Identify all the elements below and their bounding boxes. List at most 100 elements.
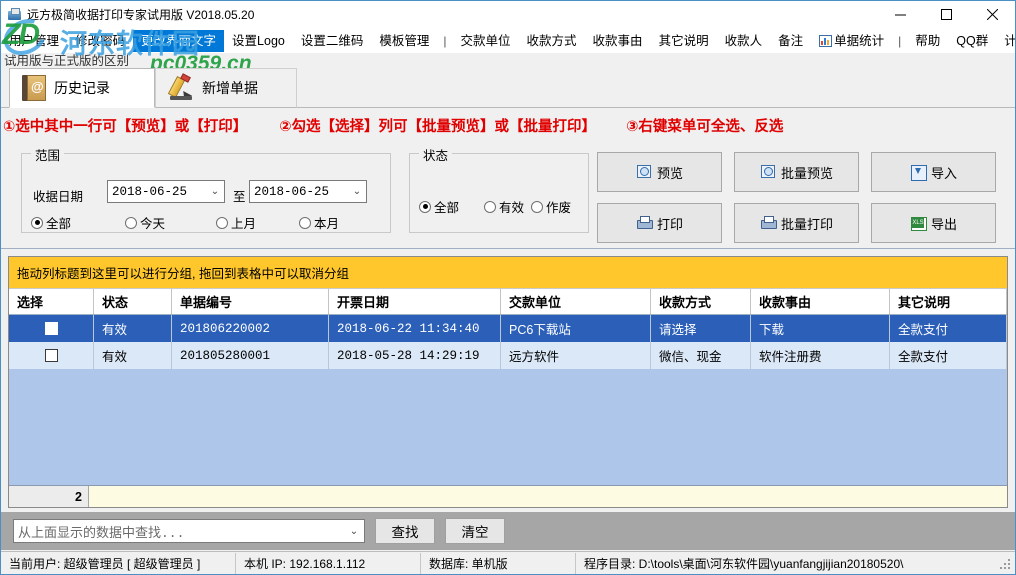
- chevron-down-icon[interactable]: ⌄: [344, 526, 364, 537]
- tab-history-records[interactable]: @ 历史记录: [9, 68, 155, 108]
- menu-item-payee[interactable]: 收款人: [717, 30, 771, 52]
- status-radio-all[interactable]: 全部: [419, 197, 459, 216]
- minimize-button[interactable]: [877, 1, 923, 28]
- status-radio-valid-label: 有效: [499, 201, 525, 215]
- range-radio-today[interactable]: 今天: [125, 213, 165, 232]
- range-radio-this-month-label: 本月: [314, 217, 340, 231]
- application-window: 远方极简收据打印专家试用版 V2018.05.20 用户管理 修改密码 更改界面…: [0, 0, 1016, 575]
- window-controls: [877, 1, 1015, 28]
- grid-summary-row: 2: [9, 485, 1007, 507]
- table-row[interactable]: 有效 201806220002 2018-06-22 11:34:40 PC6下…: [9, 315, 1007, 342]
- range-radio-all-label: 全部: [46, 217, 72, 231]
- menu-item-set-logo[interactable]: 设置Logo: [224, 30, 293, 52]
- row-date: 2018-05-28 14:29:19: [329, 342, 501, 369]
- range-radio-this-month[interactable]: 本月: [299, 213, 339, 232]
- export-button[interactable]: 导出: [871, 203, 996, 243]
- print-button[interactable]: 打印: [597, 203, 722, 243]
- row-method: 微信、现金: [651, 342, 751, 369]
- resize-grip[interactable]: [1000, 559, 1012, 571]
- instruction-hints: ①选中其中一行可【预览】或【打印】 ②勾选【选择】列可【批量预览】或【批量打印】…: [0, 112, 1016, 138]
- row-status: 有效: [94, 315, 172, 342]
- row-note: 全款支付: [890, 342, 1007, 369]
- radio-dot: [419, 200, 431, 213]
- export-button-label: 导出: [930, 216, 957, 232]
- title-bar: 远方极简收据打印专家试用版 V2018.05.20: [0, 0, 1016, 28]
- status-group: 状态: [409, 145, 589, 233]
- grid-empty-area: [9, 369, 1007, 479]
- column-header-select[interactable]: 选择: [9, 289, 94, 314]
- preview-icon: [760, 164, 776, 180]
- preview-button-label: 预览: [656, 165, 683, 181]
- menu-item-receipt-statistics[interactable]: 单据统计: [811, 30, 892, 52]
- row-reason: 软件注册费: [751, 342, 890, 369]
- filter-panel: 范围 收据日期 2018-06-25 ⌄ 至 2018-06-25 ⌄ 全部 今…: [1, 139, 1015, 249]
- row-number: 201805280001: [172, 342, 329, 369]
- date-to-combo[interactable]: 2018-06-25 ⌄: [249, 180, 367, 203]
- menu-item-user-management[interactable]: 用户管理: [1, 30, 67, 52]
- menu-item-other-note[interactable]: 其它说明: [651, 30, 717, 52]
- row-reason: 下载: [751, 315, 890, 342]
- row-checkbox[interactable]: [44, 349, 58, 362]
- table-row[interactable]: 有效 201805280001 2018-05-28 14:29:19 远方软件…: [9, 342, 1007, 369]
- column-header-date[interactable]: 开票日期: [329, 289, 501, 314]
- menu-item-payer-unit[interactable]: 交款单位: [453, 30, 519, 52]
- menu-item-qq-group[interactable]: QQ群: [948, 30, 996, 52]
- radio-dot: [531, 200, 543, 213]
- radio-dot: [484, 200, 496, 213]
- column-header-reason[interactable]: 收款事由: [751, 289, 890, 314]
- menu-item-help[interactable]: 帮助: [907, 30, 948, 52]
- trial-version-tip[interactable]: 试用版与正式版的区别: [4, 50, 129, 69]
- menu-item-payment-method[interactable]: 收款方式: [519, 30, 585, 52]
- maximize-button[interactable]: [923, 1, 969, 28]
- row-select-checkbox-cell[interactable]: [9, 315, 94, 342]
- group-by-drop-area[interactable]: 拖动列标题到这里可以进行分组, 拖回到表格中可以取消分组: [9, 257, 1007, 289]
- tab-new-receipt[interactable]: 新增单据: [155, 68, 297, 108]
- preview-button[interactable]: 预览: [597, 152, 722, 192]
- clear-button[interactable]: 清空: [445, 518, 505, 544]
- date-from-combo[interactable]: 2018-06-25 ⌄: [107, 180, 225, 203]
- find-button[interactable]: 查找: [375, 518, 435, 544]
- batch-print-button[interactable]: 批量打印: [734, 203, 859, 243]
- row-number: 201806220002: [172, 315, 329, 342]
- import-button[interactable]: 导入: [871, 152, 996, 192]
- menu-item-remark[interactable]: 备注: [770, 30, 811, 52]
- radio-dot: [125, 216, 137, 229]
- grid-header-row: 选择 状态 单据编号 开票日期 交款单位 收款方式 收款事由 其它说明: [9, 289, 1007, 315]
- status-radio-void[interactable]: 作废: [531, 197, 571, 216]
- row-method: 请选择: [651, 315, 751, 342]
- radio-dot: [216, 216, 228, 229]
- row-status: 有效: [94, 342, 172, 369]
- search-input[interactable]: 从上面显示的数据中查找... ⌄: [13, 519, 365, 543]
- menu-item-template-management[interactable]: 模板管理: [371, 30, 437, 52]
- row-select-checkbox-cell[interactable]: [9, 342, 94, 369]
- range-radio-all[interactable]: 全部: [31, 213, 71, 232]
- column-header-payer[interactable]: 交款单位: [501, 289, 651, 314]
- close-button[interactable]: [969, 1, 1015, 28]
- menu-item-change-ui-text[interactable]: 更改界面文字: [133, 29, 225, 52]
- chevron-down-icon: ⌄: [352, 186, 362, 197]
- hint-batch: ②勾选【选择】列可【批量预览】或【批量打印】: [279, 118, 597, 135]
- import-button-label: 导入: [930, 165, 957, 181]
- menu-item-payment-reason[interactable]: 收款事由: [585, 30, 651, 52]
- batch-preview-button[interactable]: 批量预览: [734, 152, 859, 192]
- column-header-method[interactable]: 收款方式: [651, 289, 751, 314]
- menu-item-change-password[interactable]: 修改密码: [67, 30, 133, 52]
- preview-icon: [636, 164, 652, 180]
- row-note: 全款支付: [890, 315, 1007, 342]
- column-header-note[interactable]: 其它说明: [890, 289, 1007, 314]
- status-group-title: 状态: [419, 145, 453, 164]
- menu-item-set-qrcode[interactable]: 设置二维码: [293, 30, 372, 52]
- date-from-value: 2018-06-25: [112, 184, 188, 199]
- column-header-status[interactable]: 状态: [94, 289, 172, 314]
- range-radio-last-month[interactable]: 上月: [216, 213, 256, 232]
- column-header-number[interactable]: 单据编号: [172, 289, 329, 314]
- records-grid: 拖动列标题到这里可以进行分组, 拖回到表格中可以取消分组 选择 状态 单据编号 …: [8, 256, 1008, 508]
- menu-item-calculator[interactable]: 计算器: [996, 30, 1015, 52]
- status-program-dir: 程序目录: D:\tools\桌面\河东软件园\yuanfangjijian20…: [584, 556, 904, 571]
- status-radio-valid[interactable]: 有效: [484, 197, 524, 216]
- tab-strip: @ 历史记录 新增单据: [1, 68, 1015, 108]
- row-checkbox[interactable]: [44, 322, 58, 335]
- status-current-user: 当前用户: 超级管理员 [ 超级管理员 ]: [1, 552, 236, 574]
- print-icon: [760, 215, 777, 231]
- export-icon: [910, 215, 927, 231]
